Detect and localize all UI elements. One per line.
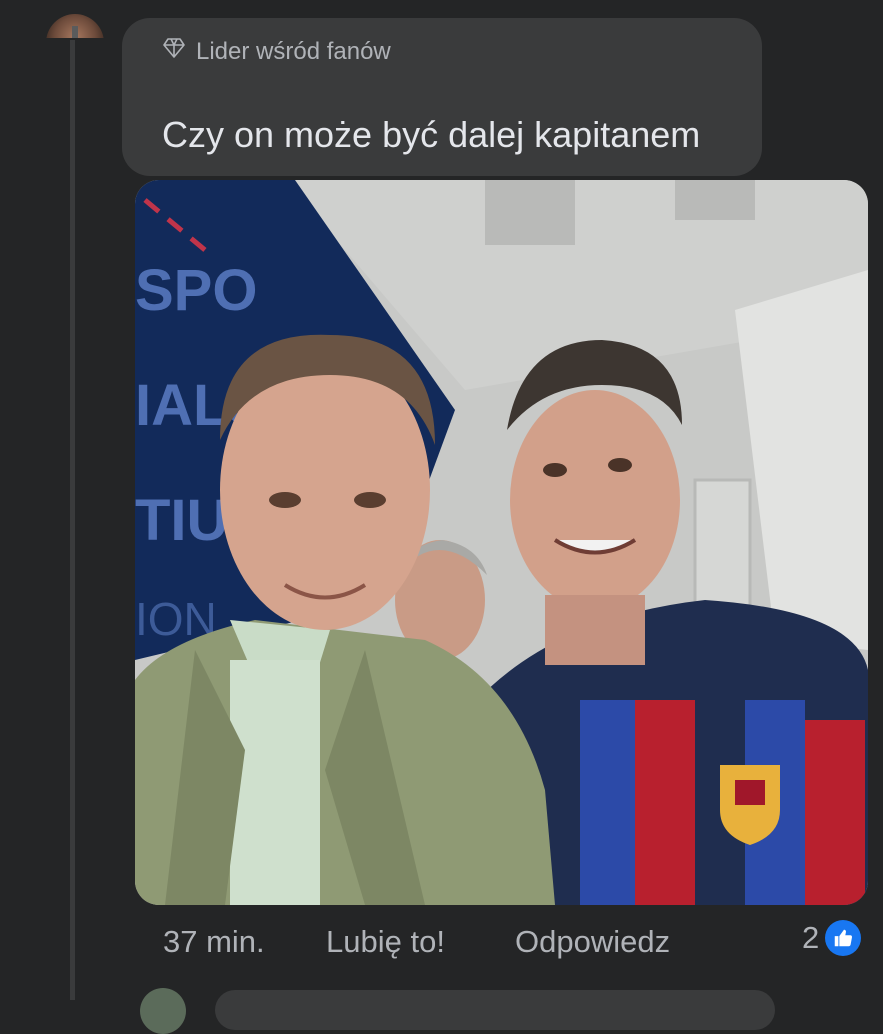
reaction-count: 2 [802, 920, 820, 955]
avatar[interactable] [140, 988, 186, 1034]
diamond-icon [162, 36, 186, 67]
reaction-summary[interactable]: 2 [802, 920, 862, 956]
comment-bubble: Lider wśród fanów Czy on może być dalej … [122, 18, 762, 176]
comment-actions: 37 min. Lubię to! Odpowiedz 2 [0, 920, 883, 964]
avatar[interactable] [46, 14, 104, 38]
badge-label: Lider wśród fanów [196, 37, 391, 65]
thumbs-up-icon [825, 920, 862, 956]
comment-timestamp[interactable]: 37 min. [163, 924, 265, 960]
fan-badge[interactable]: Lider wśród fanów [162, 36, 391, 67]
like-button[interactable]: Lubię to! [326, 924, 445, 960]
svg-text:TIU: TIU [135, 488, 228, 553]
thread-line [70, 40, 75, 1000]
comment-photo[interactable]: SPO IALS TIU ION [135, 180, 868, 905]
reply-button[interactable]: Odpowiedz [515, 924, 670, 960]
svg-text:SPO: SPO [135, 258, 258, 323]
comment-bubble [215, 990, 775, 1030]
comment-text: Czy on może być dalej kapitanem [162, 114, 701, 155]
